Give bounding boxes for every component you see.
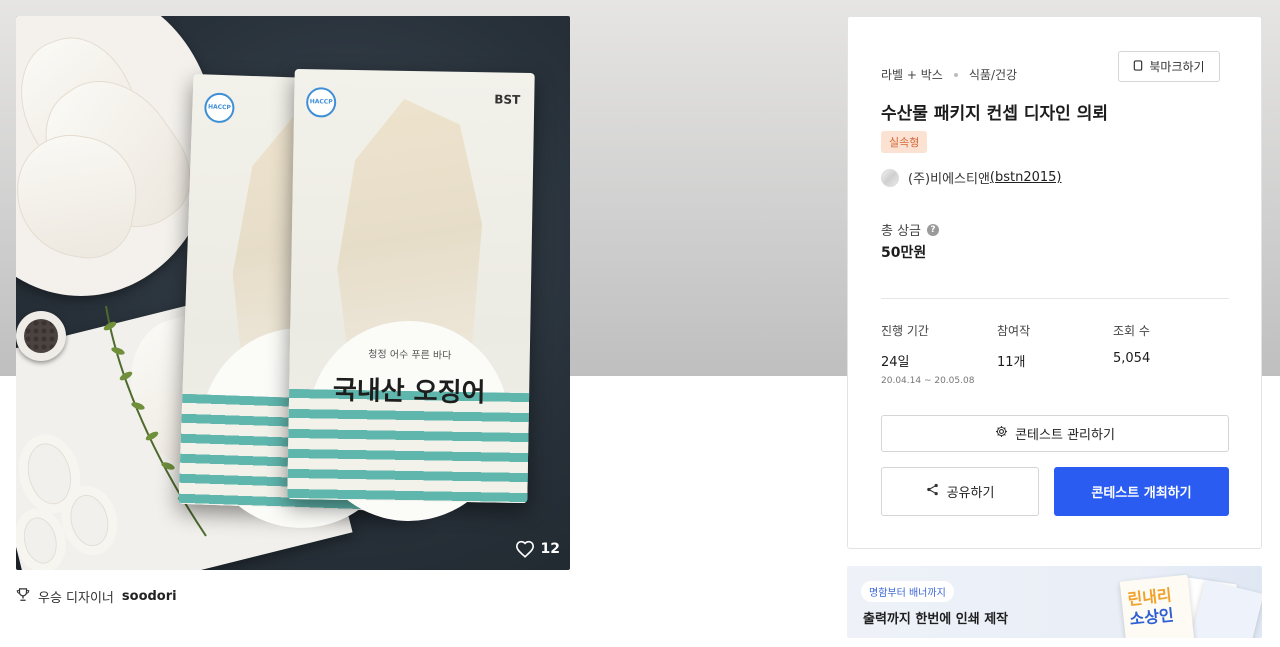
question-icon[interactable]: ? <box>927 223 940 236</box>
plate-illustration <box>16 16 216 296</box>
host-contest-button[interactable]: 콘테스트 개최하기 <box>1054 467 1229 516</box>
stat-duration: 진행 기간 24일 20.04.14 ~ 20.05.08 <box>881 322 974 386</box>
winner-prefix: 우승 디자이너 <box>38 591 114 606</box>
banner-art-text-2: 소상인 <box>1128 605 1175 629</box>
winning-design-image[interactable]: HACCP HACCP BST 청정 어수 푸른 바다 국내산 오징어 12 <box>16 16 570 570</box>
winner-info: 우승 디자이너 soodori <box>16 587 177 606</box>
plan-badge: 실속형 <box>881 131 928 153</box>
prize-label-text: 총 상금 <box>881 224 922 239</box>
haccp-mark: HACCP <box>203 92 235 124</box>
contest-title: 수산물 패키지 컨셉 디자인 의뢰 <box>881 104 1108 124</box>
banner-pill: 명함부터 배너까지 <box>861 581 954 602</box>
package-subtitle: 청정 어수 푸른 바다 <box>368 349 452 362</box>
trophy-icon <box>16 587 30 606</box>
winner-name[interactable]: soodori <box>122 589 177 604</box>
host-info: (주)비에스티앤 (bstn2015) <box>881 168 1062 187</box>
pepper-bowl-illustration <box>16 311 66 361</box>
stat-value: 24일 <box>881 355 910 370</box>
gear-icon <box>995 425 1008 442</box>
prize-value: 50만원 <box>881 245 927 261</box>
stat-label: 진행 기간 <box>881 324 929 338</box>
print-promo-banner[interactable]: 명함부터 배너까지 출력까지 한번에 인쇄 제작 린내리 소상인 <box>847 566 1262 638</box>
share-icon <box>926 483 939 500</box>
manage-contest-label: 콘테스트 관리하기 <box>1015 428 1115 443</box>
category-label[interactable]: 라벨 + 박스 <box>881 66 943 83</box>
stat-date-range: 20.04.14 ~ 20.05.08 <box>881 376 975 386</box>
stat-label: 참여작 <box>997 324 1031 338</box>
banner-headline: 출력까지 한번에 인쇄 제작 <box>863 612 1009 627</box>
subcategory-label[interactable]: 식품/건강 <box>969 66 1017 83</box>
package-mockup-front: HACCP BST 청정 어수 푸른 바다 국내산 오징어 <box>287 68 535 523</box>
stat-entries: 참여작 11개 <box>997 322 1030 370</box>
package-brand: BST <box>494 92 521 107</box>
stat-value: 11개 <box>997 355 1026 370</box>
package-title: 국내산 오징어 <box>332 375 486 409</box>
stat-views: 조회 수 5,054 <box>1113 322 1150 366</box>
share-button[interactable]: 공유하기 <box>881 467 1039 516</box>
divider <box>881 298 1229 299</box>
host-name: (주)비에스티앤 <box>908 172 990 187</box>
bookmark-icon <box>1133 59 1143 74</box>
avatar <box>881 168 899 187</box>
bookmark-button[interactable]: 북마크하기 <box>1118 51 1220 82</box>
share-label: 공유하기 <box>946 486 995 501</box>
banner-illustration: 린내리 소상인 <box>1115 574 1262 638</box>
contest-info-card: 라벨 + 박스 식품/건강 북마크하기 수산물 패키지 컨셉 디자인 의뢰 실속… <box>847 16 1262 549</box>
breadcrumb: 라벨 + 박스 식품/건강 <box>881 66 1017 83</box>
stat-value: 5,054 <box>1113 351 1151 366</box>
manage-contest-button[interactable]: 콘테스트 관리하기 <box>881 415 1229 452</box>
heart-icon <box>515 540 535 558</box>
host-id-link[interactable]: (bstn2015) <box>990 170 1062 185</box>
prize-label: 총 상금 ? <box>881 220 940 239</box>
bookmark-label: 북마크하기 <box>1149 60 1205 74</box>
haccp-mark: HACCP <box>305 87 337 118</box>
like-button[interactable]: 12 <box>515 540 560 558</box>
like-count: 12 <box>540 541 560 557</box>
stat-label: 조회 수 <box>1113 324 1150 338</box>
breadcrumb-separator <box>953 72 958 77</box>
